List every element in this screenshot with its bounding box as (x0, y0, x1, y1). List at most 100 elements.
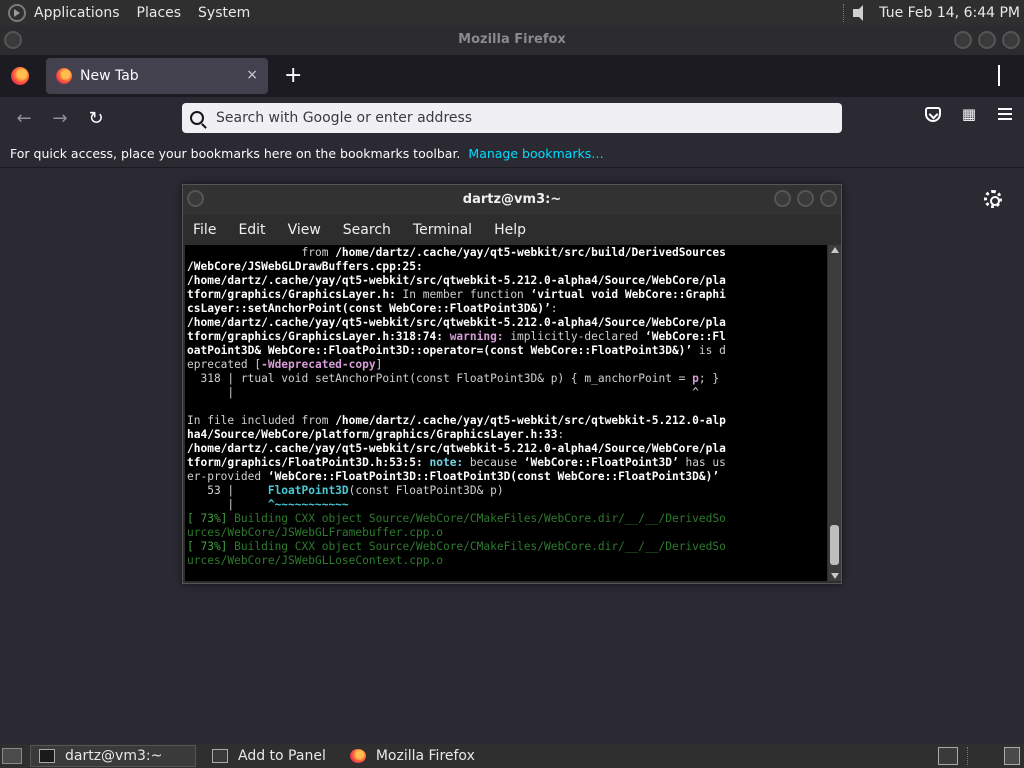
menu-system[interactable]: System (198, 5, 250, 21)
terminal-line (187, 400, 825, 414)
tab-close-icon[interactable]: × (246, 67, 258, 83)
terminal-text: 318 | rtual void setAnchorPoint(const Fl… (187, 372, 693, 385)
terminal-menu-search[interactable]: Search (343, 222, 391, 238)
terminal-line: [ 73%] Building CXX object Source/WebCor… (187, 512, 825, 526)
bottom-panel: dartz@vm3:~ Add to Panel Mozilla Firefox (0, 744, 1024, 768)
terminal-text: /WebCore/JSWebGLDrawBuffers.cpp:25: (187, 260, 423, 273)
menu-button[interactable] (996, 105, 1014, 123)
taskbar-item-terminal[interactable]: dartz@vm3:~ (30, 745, 196, 767)
back-button[interactable]: ← (6, 103, 42, 133)
terminal-text: /home/dartz/.cache/yay/qt5-webkit/src/qt… (187, 274, 726, 287)
terminal-maximize-button[interactable] (797, 190, 814, 207)
terminal-line: 318 | rtual void setAnchorPoint(const Fl… (187, 372, 825, 386)
terminal-close-button[interactable] (820, 190, 837, 207)
scroll-up-icon[interactable] (831, 247, 839, 253)
maximize-button[interactable] (978, 31, 996, 49)
new-tab-button[interactable]: + (284, 65, 302, 87)
volume-icon[interactable] (851, 4, 871, 22)
terminal-menu-edit[interactable]: Edit (238, 222, 265, 238)
puzzle-icon: ▦ (961, 105, 977, 123)
panel-icon (212, 749, 228, 763)
clock[interactable]: Tue Feb 14, 6:44 PM (879, 5, 1020, 21)
terminal-text: implicitly-declared (503, 330, 646, 343)
terminal-text: | (187, 498, 268, 511)
terminal-text: ; } (698, 372, 720, 385)
firefox-title-bar: Mozilla Firefox (0, 25, 1024, 55)
show-desktop-icon[interactable] (2, 748, 22, 764)
terminal-menu-help[interactable]: Help (494, 222, 526, 238)
terminal-text: ‘WebCore::FloatPoint3D’ (523, 456, 679, 469)
terminal-text: /home/dartz/.cache/yay/qt5-webkit/src/bu… (335, 246, 726, 259)
menu-applications[interactable]: Applications (34, 5, 120, 21)
bookmarks-toolbar: For quick access, place your bookmarks h… (0, 139, 1024, 168)
terminal-output[interactable]: from /home/dartz/.cache/yay/qt5-webkit/s… (185, 245, 827, 581)
terminal-line: /home/dartz/.cache/yay/qt5-webkit/src/qt… (187, 316, 825, 330)
window-menu-button[interactable] (4, 31, 22, 49)
firefox-view-icon[interactable] (11, 67, 29, 85)
terminal-line: /WebCore/JSWebGLDrawBuffers.cpp:25: (187, 260, 825, 274)
terminal-text: ha4/Source/WebCore/platform/graphics/Gra… (187, 428, 558, 441)
terminal-text: p (692, 372, 699, 385)
terminal-menu-file[interactable]: File (193, 222, 216, 238)
scroll-down-icon[interactable] (831, 573, 839, 579)
terminal-menu-terminal[interactable]: Terminal (413, 222, 472, 238)
terminal-text: tform/graphics/GraphicsLayer.h:318:74: (187, 330, 443, 343)
terminal-text: In member function (395, 288, 531, 301)
terminal-minimize-button[interactable] (774, 190, 791, 207)
forward-button[interactable]: → (42, 103, 78, 133)
terminal-icon (39, 749, 55, 763)
minimize-button[interactable] (954, 31, 972, 49)
terminal-window-menu-button[interactable] (187, 190, 204, 207)
terminal-text: (const FloatPoint3D& p) (348, 484, 504, 497)
extensions-button[interactable]: ▦ (960, 105, 978, 123)
terminal-text: er-provided (187, 470, 268, 483)
terminal-line: | ^ (187, 386, 825, 400)
search-icon (190, 111, 204, 125)
url-bar[interactable] (182, 103, 842, 133)
hamburger-icon (998, 108, 1012, 120)
terminal-line: tform/graphics/GraphicsLayer.h:318:74: w… (187, 330, 825, 344)
close-button[interactable] (1002, 31, 1020, 49)
panel-separator (843, 3, 845, 22)
terminal-line: oatPoint3D& WebCore::FloatPoint3D::opera… (187, 344, 825, 358)
navigation-bar: ← → ↻ ▦ (0, 97, 1024, 139)
taskbar-item-firefox[interactable]: Mozilla Firefox (342, 745, 483, 767)
taskbar-item-add-to-panel[interactable]: Add to Panel (204, 745, 334, 767)
search-input[interactable] (216, 110, 816, 126)
taskbar-label: Add to Panel (238, 748, 326, 764)
firefox-icon (349, 749, 366, 763)
applications-logo-icon[interactable] (8, 3, 26, 22)
pocket-icon (925, 106, 941, 122)
gear-icon[interactable] (984, 190, 1002, 208)
pocket-button[interactable] (924, 105, 942, 123)
terminal-text: [ 73%] (187, 540, 235, 553)
taskbar-label: Mozilla Firefox (375, 748, 475, 764)
terminal-title-bar: dartz@vm3:~ (183, 185, 841, 215)
terminal-window: dartz@vm3:~ File Edit View Search Termin… (182, 184, 842, 584)
terminal-text: : (557, 428, 565, 441)
terminal-text: Building CXX object Source/WebCore/CMake… (234, 540, 726, 553)
workspace-switcher[interactable] (938, 747, 958, 765)
scrollbar-thumb[interactable] (830, 525, 839, 565)
trash-icon[interactable] (1004, 747, 1020, 765)
terminal-line: csLayer::setAnchorPoint(const WebCore::F… (187, 302, 825, 316)
reload-button[interactable]: ↻ (78, 103, 114, 133)
terminal-scrollbar[interactable] (828, 245, 841, 581)
terminal-text: from (187, 246, 336, 259)
terminal-line: tform/graphics/GraphicsLayer.h: In membe… (187, 288, 825, 302)
terminal-text: ‘virtual void WebCore::Graphi (530, 288, 726, 301)
terminal-text: FloatPoint3D (267, 484, 349, 497)
menu-places[interactable]: Places (137, 5, 182, 21)
terminal-line: tform/graphics/FloatPoint3D.h:53:5: note… (187, 456, 825, 470)
terminal-text: urces/WebCore/JSWebGLFramebuffer.cpp.o (187, 526, 443, 539)
terminal-text: tform/graphics/FloatPoint3D.h:53:5: (187, 456, 423, 469)
tab-new-tab[interactable]: New Tab × (46, 58, 268, 94)
list-all-tabs-button[interactable] (998, 65, 1012, 86)
terminal-text: -Wdeprecated-copy (261, 358, 376, 371)
terminal-menubar: File Edit View Search Terminal Help (183, 215, 841, 245)
terminal-menu-view[interactable]: View (288, 222, 321, 238)
manage-bookmarks-link[interactable]: Manage bookmarks… (468, 146, 603, 161)
arrow-right-icon: → (52, 107, 68, 129)
tab-label: New Tab (80, 68, 139, 84)
terminal-text: /home/dartz/.cache/yay/qt5-webkit/src/qt… (187, 442, 726, 455)
